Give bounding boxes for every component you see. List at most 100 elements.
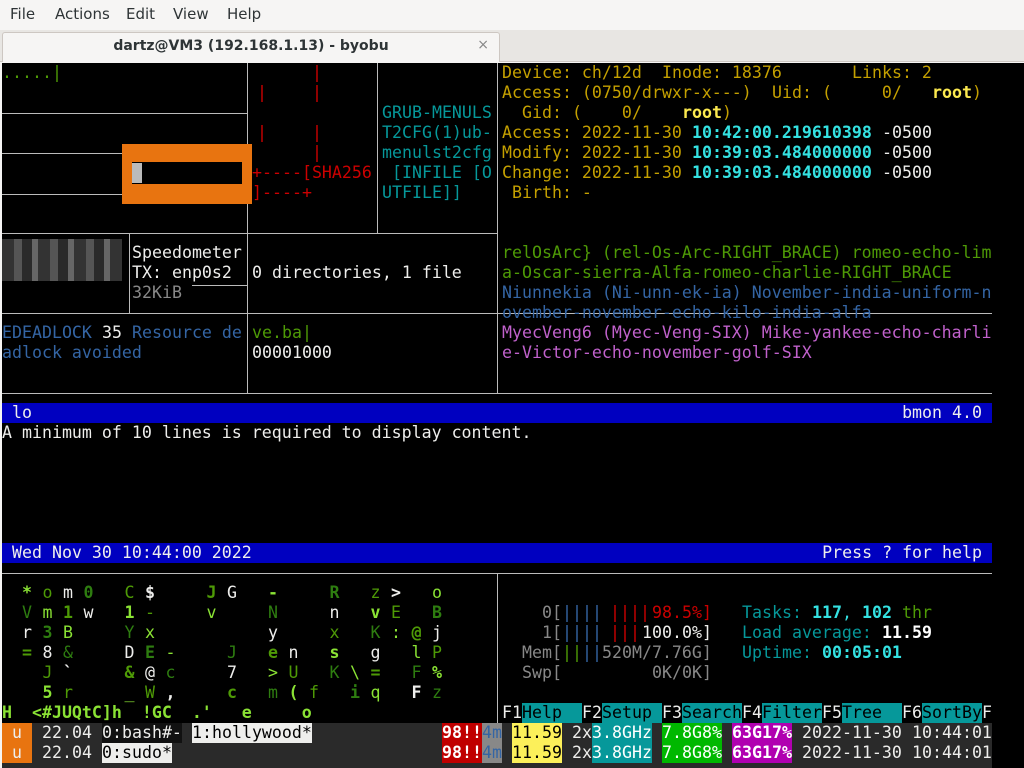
menu-actions[interactable]: Actions (55, 5, 110, 23)
matrix-char: \ (350, 663, 360, 682)
htop-swp-label: Swp[ (522, 663, 562, 682)
terminal[interactable]: .....| | | | | | | +----[SHA256 ]----+ G… (2, 63, 992, 768)
fkey-action[interactable]: Tree (842, 703, 902, 723)
matrix-char: r (22, 623, 32, 642)
close-icon[interactable]: × (477, 37, 489, 53)
matrix-char: 0 (83, 583, 94, 602)
htop-tasks: 117 (812, 603, 842, 622)
pane-divider (2, 153, 124, 154)
progress-indicator (132, 163, 142, 183)
menu-view[interactable]: View (173, 5, 209, 23)
grub-text: UTFILE]] (382, 183, 462, 202)
matrix-char: F (411, 663, 422, 682)
matrix-char: c (165, 663, 176, 682)
status-uptime: 4m (482, 743, 502, 763)
sha-pipe: | (257, 83, 267, 102)
matrix-char: C (124, 583, 135, 602)
matrix-char: 8 (42, 643, 53, 662)
matrix-char: J (227, 643, 237, 662)
pane-divider (247, 63, 248, 393)
htop-uptime: 00:05:01 (822, 643, 902, 662)
stat-uid-user: root (932, 83, 972, 102)
matrix-char: N (268, 603, 278, 622)
nato-line: a-Oscar-sierra-Alfa-romeo-charlie-RIGHT_… (502, 263, 952, 282)
status-date: 2022-11-30 (802, 723, 902, 742)
htop-cpu1: 100.0%] (642, 623, 712, 642)
errno-num: 35 (92, 323, 132, 342)
stat-ctime-label: Change: 2022-11-30 (502, 163, 692, 182)
matrix-char: j (432, 623, 442, 642)
fkey-action[interactable]: Help (522, 703, 582, 723)
matrix-char: E (391, 603, 401, 622)
htop-tasks-label: Tasks: (742, 603, 812, 622)
status-load: 11.59 (512, 723, 562, 743)
fkey-label: F (982, 703, 992, 722)
fkey-label: F3 (662, 703, 682, 722)
htop-threads: 102 (862, 603, 892, 622)
window-0[interactable]: 0:bash#- (102, 723, 182, 743)
terminal-tab[interactable]: dartz@VM3 (192.168.1.13) - byobu × (2, 32, 500, 62)
scrollbar[interactable] (992, 63, 1024, 768)
matrix-char: = (22, 643, 32, 662)
stat-atime: 10:42:00.219610398 (692, 123, 872, 142)
fkey-action[interactable]: Search (682, 703, 742, 723)
matrix-char: & (124, 663, 135, 682)
matrix-char: s (329, 643, 340, 662)
grub-text: menulst2cfg (382, 143, 492, 162)
pane-divider (2, 194, 124, 195)
status-disk: 63G17% (732, 723, 792, 743)
window-1[interactable]: 1:hollywood* (192, 723, 312, 743)
fkey-action[interactable]: SortBy (922, 703, 982, 723)
grub-text: T2CFG(1)ub- (382, 123, 492, 142)
pane-divider (2, 233, 497, 234)
matrix-bottom-row: H <#JUQtC]h !GC .' e o (2, 703, 312, 722)
matrix-char: g (370, 643, 381, 662)
matrix-char: W (145, 683, 155, 702)
window-0[interactable]: 0:sudo* (102, 743, 172, 763)
status-u: u (12, 723, 22, 742)
matrix-char: Y (124, 623, 135, 642)
speedometer-size: 32KiB (132, 283, 182, 302)
matrix-char: 1 (63, 603, 73, 622)
matrix-char: K (370, 623, 381, 642)
status-time: 10:44:01 (912, 723, 992, 742)
matrix-char: z (432, 683, 442, 702)
stat-ctz: -0500 (872, 163, 932, 182)
stat-birth: Birth: - (512, 183, 592, 202)
fkey-label: F1 (502, 703, 522, 722)
stat-links: Links: 2 (852, 63, 932, 82)
matrix-char: o (432, 583, 442, 602)
fkey-label: F6 (902, 703, 922, 722)
matrix-char: ( (288, 683, 299, 702)
status-u: u (12, 743, 22, 762)
matrix-char: > (391, 583, 401, 602)
matrix-char: y (268, 623, 278, 642)
menu-edit[interactable]: Edit (126, 5, 155, 23)
htop-mem-bar: || || (562, 643, 602, 662)
bmon-help: Press ? for help (822, 543, 982, 562)
fkey-action[interactable]: Setup (602, 703, 662, 723)
status-date: 2022-11-30 (802, 743, 902, 762)
speedometer-tx: TX: enp0s2 (132, 263, 232, 282)
matrix-char: m (268, 683, 278, 702)
status-cpu: 2x (572, 743, 592, 762)
matrix-char: U (288, 663, 299, 682)
matrix-char: i (350, 683, 360, 702)
menu-file[interactable]: File (10, 5, 35, 23)
pane-divider (2, 113, 247, 114)
menu-help[interactable]: Help (227, 5, 261, 23)
matrix-char: J (42, 663, 53, 682)
matrix-char: e (268, 643, 278, 662)
nato-line: relOsArc} (rel-Os-Arc-RIGHT_BRACE) romeo… (502, 243, 992, 262)
htop-tasks-sep: , (842, 603, 862, 622)
speedometer-title: Speedometer (132, 243, 242, 262)
tab-title: dartz@VM3 (192.168.1.13) - byobu (113, 38, 389, 54)
htop-cpu1-label: 1[ (542, 623, 562, 642)
fkey-action[interactable]: Filter (762, 703, 822, 723)
htop-mem: 520M/7.76G] (602, 643, 712, 662)
matrix-char: F (411, 683, 422, 702)
bmon-message: A minimum of 10 lines is required to dis… (2, 423, 532, 442)
matrix-char: v (206, 603, 217, 622)
matrix-char: 7 (227, 663, 237, 682)
orange-dialog (122, 144, 252, 204)
